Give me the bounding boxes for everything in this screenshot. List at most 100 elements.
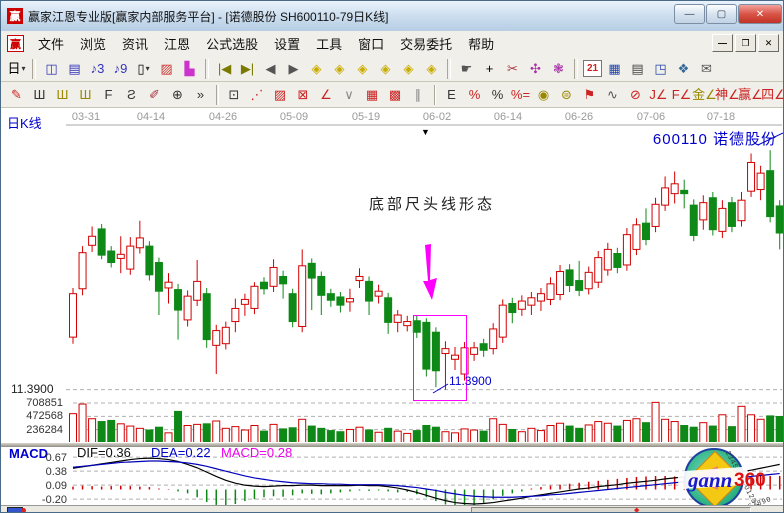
zigzag-icon[interactable]: ∨ [339, 85, 360, 105]
status-bar: ◆ [1, 505, 784, 513]
price-histogram-icon[interactable]: ▙ [179, 59, 200, 79]
gold-comb2-icon[interactable]: Ш [75, 85, 96, 105]
wave-icon[interactable]: ∿ [602, 85, 623, 105]
crosshair-tool-icon[interactable]: + [479, 59, 500, 79]
minute-chart-9-icon[interactable]: ♪9 [110, 59, 131, 79]
calendar-icon[interactable]: 21 [583, 60, 602, 77]
slash-lines-icon[interactable]: ∥ [408, 85, 429, 105]
menu-logo-icon: 赢 [7, 35, 24, 52]
pen-grid-icon[interactable]: ✐ [144, 85, 165, 105]
angle-line-icon[interactable]: ∠ [316, 85, 337, 105]
fan-lines-icon[interactable]: ⋰ [247, 85, 268, 105]
menu-帮助[interactable]: 帮助 [460, 31, 502, 56]
smart-analysis-icon[interactable]: ❃ [548, 59, 569, 79]
gann-shen-angle-icon[interactable]: 神∠ [717, 85, 738, 105]
gold-line-icon[interactable]: ⊜ [556, 85, 577, 105]
menu-浏览[interactable]: 浏览 [72, 31, 114, 56]
grid-box-icon[interactable]: ▩ [385, 85, 406, 105]
date-tick-05-09: 05-09 [280, 111, 308, 123]
percent-zone-icon[interactable]: % [464, 85, 485, 105]
menu-设置[interactable]: 设置 [266, 31, 308, 56]
first-page-icon[interactable]: |◀ [214, 59, 235, 79]
calculator-icon[interactable]: ▦ [604, 59, 625, 79]
quote-list-icon[interactable]: ▤ [64, 59, 85, 79]
mail-icon[interactable]: ✉ [696, 59, 717, 79]
percent-icon[interactable]: % [487, 85, 508, 105]
low-price-callout: 11.3900 [449, 374, 492, 388]
gann-gold-angle-icon[interactable]: 金∠ [694, 85, 715, 105]
gann-flower-icon[interactable]: ✣ [525, 59, 546, 79]
close-button[interactable]: ✕ [738, 4, 782, 24]
pattern-match-icon[interactable]: ▨ [156, 59, 177, 79]
gold-circle-icon[interactable]: ◉ [533, 85, 554, 105]
zoom-in-icon[interactable]: ◈ [421, 59, 442, 79]
more-tools-icon[interactable]: » [190, 85, 211, 105]
child-restore-button[interactable]: ❐ [735, 34, 756, 52]
zoom-out-icon[interactable]: ◈ [398, 59, 419, 79]
menu-公式选股[interactable]: 公式选股 [198, 31, 266, 56]
date-tick-03-31: 03-31 [72, 111, 100, 123]
gold-angle-icon[interactable]: ⊘ [625, 85, 646, 105]
delete-line-icon[interactable]: ✂ [502, 59, 523, 79]
notes-icon[interactable]: ▤ [627, 59, 648, 79]
percent-line-icon[interactable]: %= [510, 85, 531, 105]
brush-tool-icon[interactable]: ✎ [6, 85, 27, 105]
prev-candle-icon[interactable]: ◀ [260, 59, 281, 79]
menu-文件[interactable]: 文件 [30, 31, 72, 56]
toolbar-separator [32, 59, 36, 79]
dea-value-label: DEA=0.22 [151, 445, 211, 460]
menu-资讯[interactable]: 资讯 [114, 31, 156, 56]
ruler-icon[interactable]: E [441, 85, 462, 105]
hand-tool-icon[interactable]: ☛ [456, 59, 477, 79]
jump-right-icon[interactable]: ◈ [329, 59, 350, 79]
child-minimize-button[interactable]: — [712, 34, 733, 52]
expand-range-icon[interactable]: ◈ [352, 59, 373, 79]
volume-axis: 708851472568236284 [1, 397, 63, 437]
gold-comb-icon[interactable]: Ш [52, 85, 73, 105]
status-panel [471, 507, 751, 513]
jump-left-icon[interactable]: ◈ [306, 59, 327, 79]
box-cross-icon[interactable]: ⊠ [293, 85, 314, 105]
app-window: 赢 赢家江恩专业版[赢家内部服务平台] - [诺德股份 SH600110-79日… [0, 0, 784, 513]
gann-j-angle-icon[interactable]: J∠ [648, 85, 669, 105]
menu-江恩[interactable]: 江恩 [156, 31, 198, 56]
gann-ying-angle-icon[interactable]: 赢∠ [740, 85, 761, 105]
date-tick-06-14: 06-14 [494, 111, 522, 123]
f-comb-icon[interactable]: F [98, 85, 119, 105]
gann-si-angle-icon[interactable]: 四∠ [763, 85, 784, 105]
candle-style-button[interactable]: ▯▾ [133, 59, 154, 79]
gann360-logo: 23456789012345 1234567890 gann 360 [682, 448, 780, 510]
gann-f-angle-icon[interactable]: F∠ [671, 85, 692, 105]
network-icon[interactable]: ❖ [673, 59, 694, 79]
chart-client-area[interactable]: 日K线 03-3104-1404-2605-0905-1906-0206-140… [1, 108, 784, 505]
spiral-comb-icon[interactable]: Ƨ [121, 85, 142, 105]
minimize-button[interactable]: — [674, 4, 705, 24]
next-candle-icon[interactable]: ▶ [283, 59, 304, 79]
candle-flag-icon[interactable]: ⚑ [579, 85, 600, 105]
toolbar-drawing: ✎ШШШFƧ✐⊕»⊡⋰▨⊠∠∨▦▩∥E%%%=◉⊜⚑∿⊘J∠F∠金∠神∠赢∠四∠ [1, 82, 784, 108]
date-marker-icon: ▼ [421, 127, 430, 137]
box-fan-icon[interactable]: ▨ [270, 85, 291, 105]
stock-label: 600110 诺德股份 [653, 128, 777, 149]
box-tool-icon[interactable]: ⊡ [224, 85, 245, 105]
date-tick-06-02: 06-02 [423, 111, 451, 123]
menu-窗口[interactable]: 窗口 [350, 31, 392, 56]
volume-axis-label: 236284 [1, 424, 63, 437]
minute-chart-3-icon[interactable]: ♪3 [87, 59, 108, 79]
save-icon[interactable]: ◳ [650, 59, 671, 79]
date-tick-06-26: 06-26 [565, 111, 593, 123]
last-page-icon[interactable]: ▶| [237, 59, 258, 79]
child-close-button[interactable]: ✕ [758, 34, 779, 52]
grid-comb-icon[interactable]: Ш [29, 85, 50, 105]
tile-windows-icon[interactable]: ◫ [41, 59, 62, 79]
date-tick-07-18: 07-18 [707, 111, 735, 123]
grid-fine-icon[interactable]: ▦ [362, 85, 383, 105]
menu-工具[interactable]: 工具 [308, 31, 350, 56]
shrink-range-icon[interactable]: ◈ [375, 59, 396, 79]
toolbar-separator [434, 85, 437, 105]
maximize-button[interactable]: ▢ [706, 4, 737, 24]
menu-交易委托[interactable]: 交易委托 [392, 31, 460, 56]
kline-period-button[interactable]: 日▾ [6, 59, 27, 79]
time-circle-icon[interactable]: ⊕ [167, 85, 188, 105]
toolbar-separator [447, 59, 451, 79]
